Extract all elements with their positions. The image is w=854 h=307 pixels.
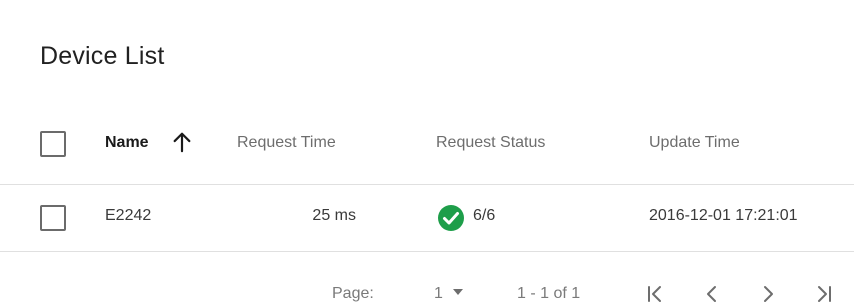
column-header-name[interactable]: Name <box>105 134 149 152</box>
column-header-request-status[interactable]: Request Status <box>436 134 545 152</box>
chevron-left-icon[interactable] <box>700 282 724 306</box>
page-range-text: 1 - 1 of 1 <box>517 285 581 302</box>
cell-request-status: 6/6 <box>473 207 496 224</box>
row-select-checkbox[interactable] <box>40 205 66 231</box>
caret-down-icon <box>452 288 463 295</box>
first-page-icon[interactable] <box>643 282 667 306</box>
cell-name: E2242 <box>105 207 152 224</box>
device-list-card: Device List Name Request Time Request St… <box>0 0 854 307</box>
table-row[interactable]: E2242 25 ms 6/6 2016-12-01 17:21:01 <box>0 185 854 252</box>
check-circle-icon <box>438 205 464 231</box>
page-select-value: 1 <box>434 285 443 302</box>
chevron-right-icon[interactable] <box>756 282 780 306</box>
column-header-request-time[interactable]: Request Time <box>237 134 336 152</box>
last-page-icon[interactable] <box>812 282 836 306</box>
select-all-checkbox[interactable] <box>40 131 66 157</box>
cell-request-time: 25 ms <box>312 207 356 224</box>
cell-update-time: 2016-12-01 17:21:01 <box>649 207 798 224</box>
pagination-bar: Page: 1 1 - 1 of 1 <box>0 252 854 307</box>
column-header-update-time[interactable]: Update Time <box>649 134 740 152</box>
arrow-up-icon[interactable] <box>171 130 193 154</box>
card-title: Device List <box>40 42 165 70</box>
table-header-row: Name Request Time Request Status Update … <box>0 120 854 185</box>
page-label: Page: <box>332 285 374 302</box>
page-select[interactable]: 1 <box>434 285 463 303</box>
